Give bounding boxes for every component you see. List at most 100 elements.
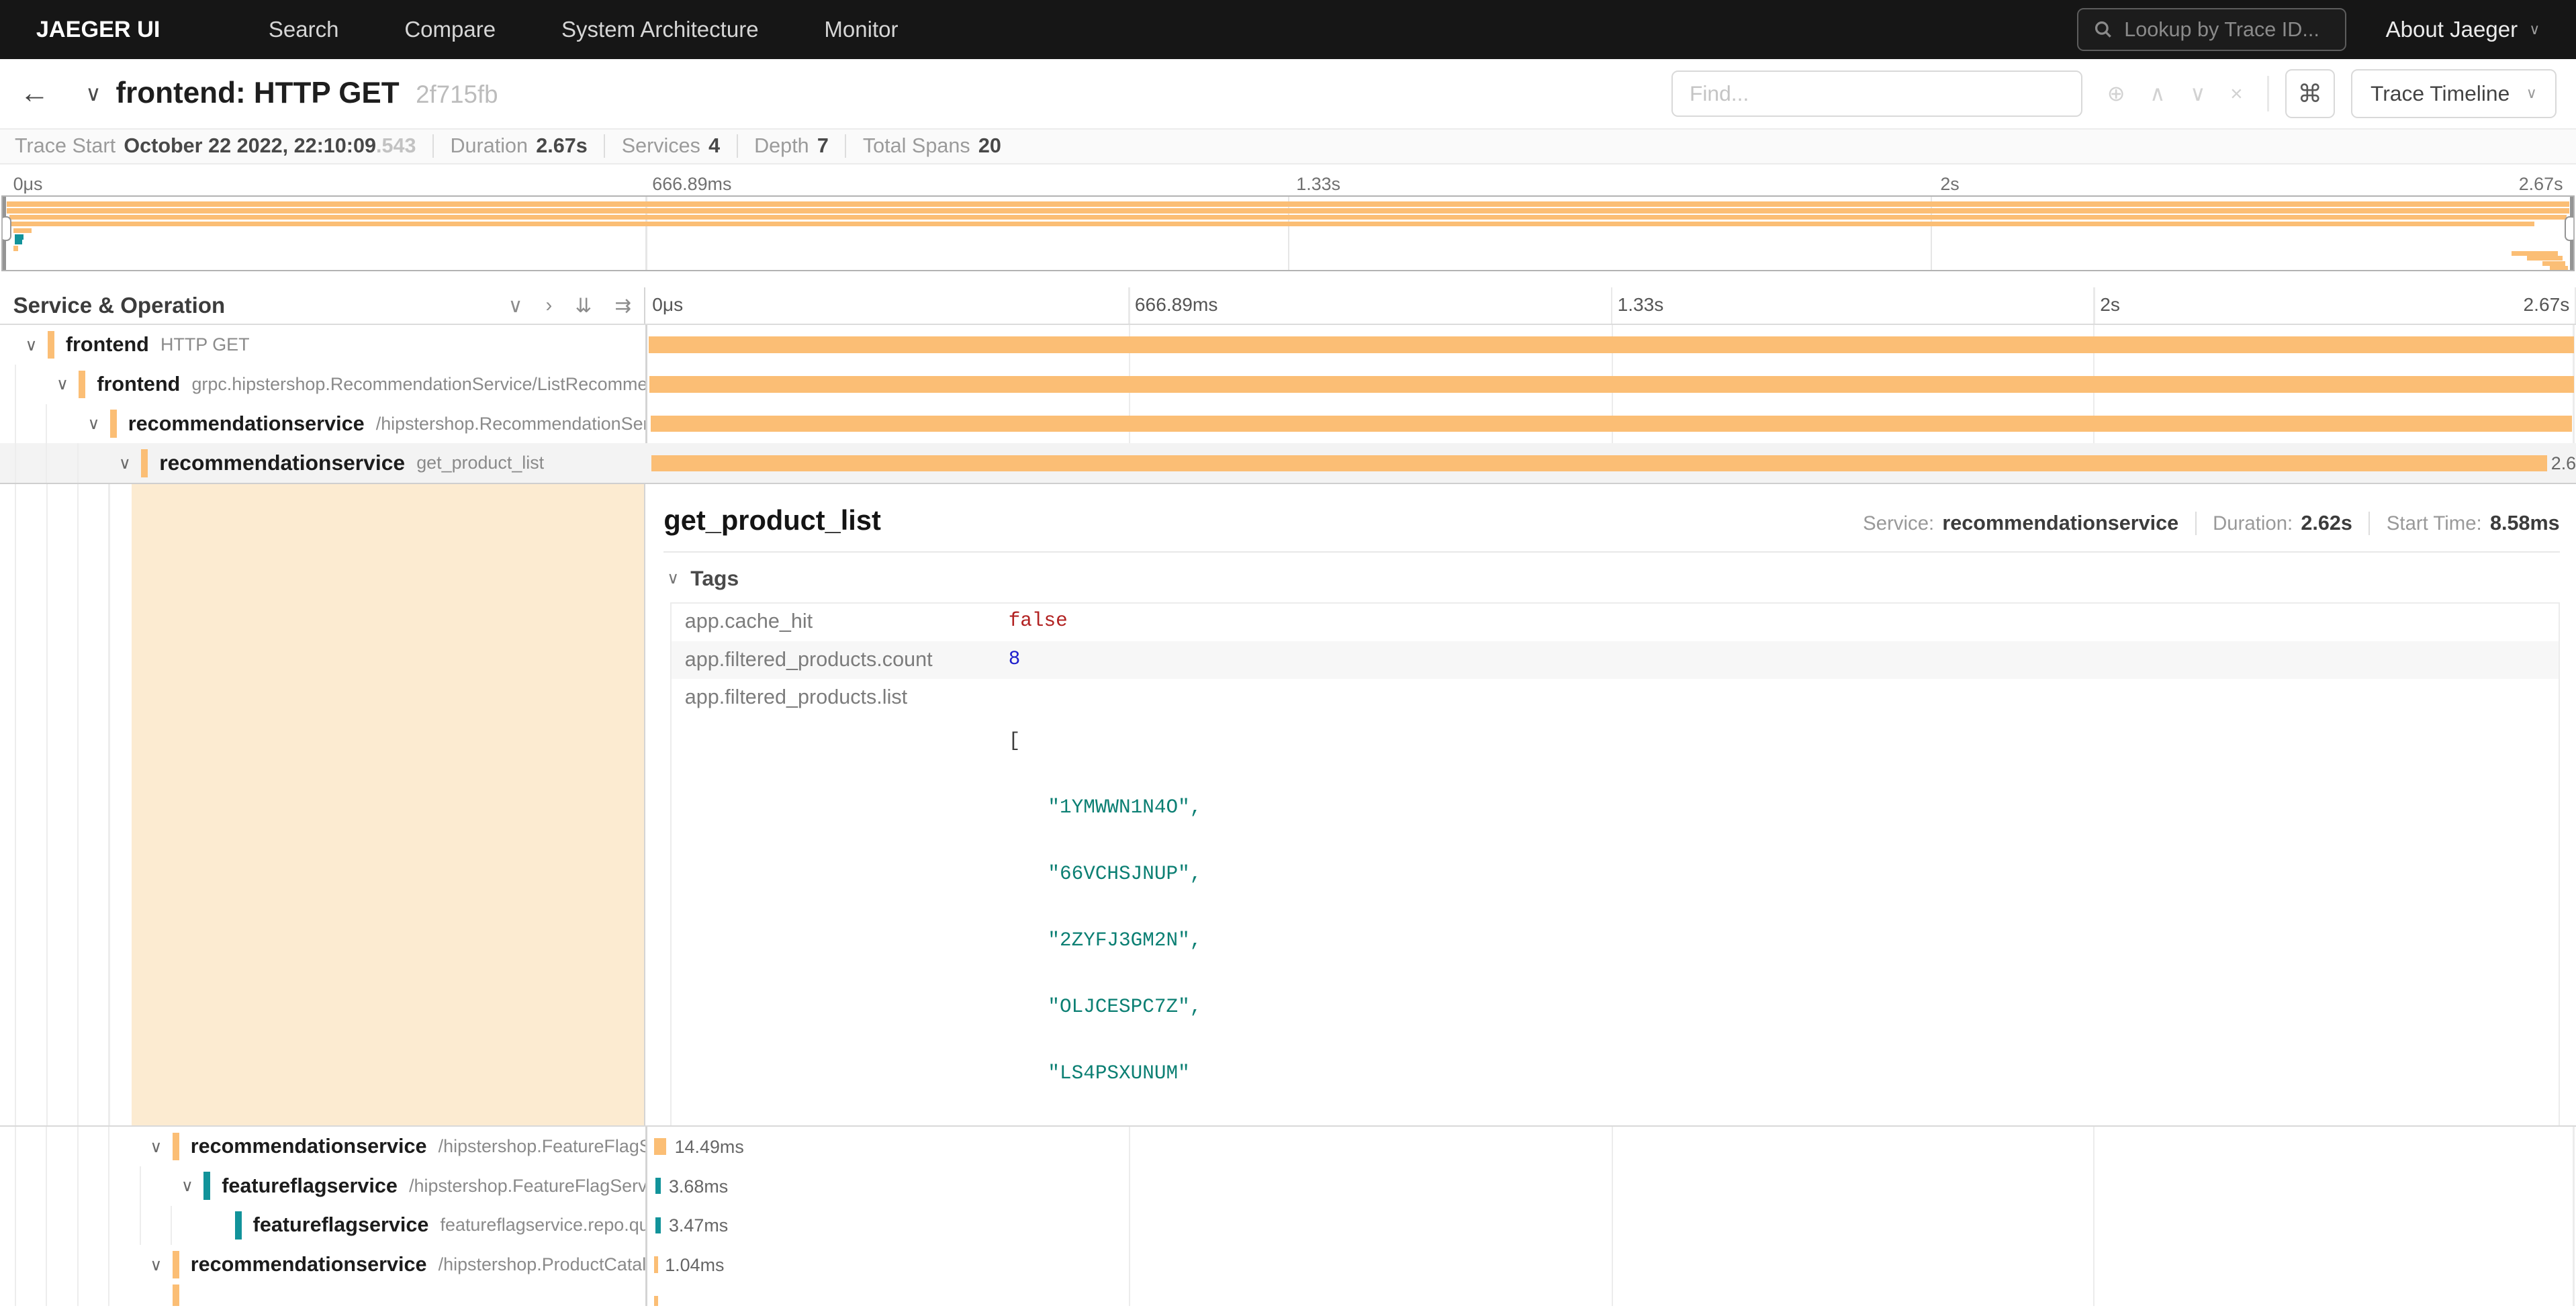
chevron-down-icon[interactable]: ∨: [15, 335, 48, 355]
nav-item-compare[interactable]: Compare: [371, 0, 528, 59]
minimap-span-bar: [7, 201, 2569, 206]
span-bar[interactable]: [655, 1217, 661, 1233]
tags-accordion-toggle[interactable]: ∨ Tags: [667, 566, 2559, 591]
span-bar-track[interactable]: [645, 404, 2576, 444]
chevron-down-icon[interactable]: ∨: [46, 374, 79, 394]
minimap-right-handle[interactable]: [2565, 216, 2574, 241]
minimap-canvas[interactable]: [1, 195, 2574, 271]
span-bar-track[interactable]: 3.68ms: [645, 1166, 2576, 1206]
minimap-tick: 1.33s: [1296, 174, 1340, 195]
tag-key: app.filtered_products.count: [672, 641, 1009, 678]
collapse-all-icon[interactable]: ⇊: [575, 294, 592, 318]
trace-header: ← ∨ frontend: HTTP GET2f715fb ⊕ ∧ ∨ × ⌘ …: [0, 59, 2576, 128]
timeline-header-left: Service & Operation ∨ › ⇊ ⇉: [0, 287, 645, 324]
span-row-featureflagservice-repo-query[interactable]: featureflagservice featureflagservice.re…: [0, 1206, 2576, 1246]
span-label[interactable]: ∨ frontend HTTP GET: [0, 325, 645, 365]
span-duration-label: 1.04ms: [665, 1255, 724, 1276]
span-bar-track[interactable]: 1.04ms: [645, 1245, 2576, 1284]
minimap-span-bar: [15, 234, 24, 239]
trace-minimap: 0μs 666.89ms 1.33s 2s 2.67s: [0, 165, 2576, 287]
indent-guide: [15, 484, 16, 1125]
span-bar-track[interactable]: [645, 365, 2576, 404]
tags-title: Tags: [690, 566, 739, 591]
minimap-span-bar: [13, 228, 32, 233]
span-label[interactable]: ∨ recommendationservice /hipstershop.Pro…: [0, 1245, 645, 1284]
span-label[interactable]: featureflagservice featureflagservice.re…: [0, 1206, 645, 1246]
span-bar[interactable]: [649, 376, 2574, 392]
expand-all-icon[interactable]: ⇉: [614, 294, 631, 318]
zoom-in-icon[interactable]: ⊕: [2107, 81, 2125, 106]
span-bar-track[interactable]: 3.47ms: [645, 1206, 2576, 1246]
indent-guide: [108, 1166, 139, 1206]
nav-item-monitor[interactable]: Monitor: [791, 0, 931, 59]
brand-jaeger-ui[interactable]: JAEGER UI: [36, 17, 160, 43]
chevron-down-icon[interactable]: ∨: [140, 1137, 173, 1157]
chevron-down-icon[interactable]: ∨: [140, 1255, 173, 1275]
span-row-product-catalog[interactable]: ∨ recommendationservice /hipstershop.Pro…: [0, 1245, 2576, 1284]
span-row-get-product-list[interactable]: ∨ recommendationservice get_product_list…: [0, 443, 2576, 483]
trace-view-select[interactable]: Trace Timeline ∨: [2351, 69, 2557, 118]
minimap-left-handle[interactable]: [1, 216, 11, 241]
about-jaeger-menu[interactable]: About Jaeger ∨: [2386, 17, 2540, 42]
indent-guide: [15, 1166, 46, 1206]
trace-view-label: Trace Timeline: [2371, 81, 2510, 106]
back-button[interactable]: ←: [19, 77, 68, 110]
summary-depth: Depth 7: [737, 134, 829, 158]
operation-name: grpc.hipstershop.RecommendationService/L…: [191, 374, 645, 395]
span-row-recommendation-list[interactable]: ∨ recommendationservice /hipstershop.Rec…: [0, 404, 2576, 444]
span-bar-track[interactable]: [645, 1284, 2576, 1306]
span-bar[interactable]: [651, 455, 2547, 471]
span-row-featureflagservice-get[interactable]: ∨ featureflagservice /hipstershop.Featur…: [0, 1166, 2576, 1206]
span-bar-track[interactable]: 2.62s: [645, 443, 2576, 483]
span-bar[interactable]: [651, 416, 2573, 432]
span-label[interactable]: ∨ recommendationservice /hipstershop.Fea…: [0, 1127, 645, 1166]
trace-id-search-input[interactable]: [2124, 18, 2330, 42]
chevron-down-icon[interactable]: ∨: [108, 453, 141, 473]
span-bar[interactable]: [654, 1138, 665, 1154]
span-label[interactable]: ∨ frontend grpc.hipstershop.Recommendati…: [0, 365, 645, 404]
minimap-span-bar: [13, 246, 19, 250]
prev-result-icon[interactable]: ∧: [2150, 81, 2165, 106]
span-bar-track[interactable]: [645, 325, 2576, 365]
indent-guide: [46, 1245, 77, 1284]
span-row-frontend-http-get[interactable]: ∨ frontend HTTP GET: [0, 325, 2576, 365]
chevron-down-icon: ∨: [2526, 85, 2537, 102]
chevron-down-icon[interactable]: ∨: [171, 1176, 203, 1196]
trace-id-search[interactable]: [2077, 8, 2346, 51]
clear-search-icon[interactable]: ×: [2230, 81, 2243, 106]
ruler-tick-label: 1.33s: [1618, 294, 1664, 316]
span-row-partial[interactable]: [0, 1284, 2576, 1306]
trace-summary-bar: Trace Start October 22 2022, 22:10:09.54…: [0, 128, 2576, 165]
span-bar[interactable]: [654, 1296, 658, 1306]
span-bar[interactable]: [655, 1178, 661, 1194]
span-label[interactable]: [0, 1284, 645, 1306]
minimap-tick: 0μs: [13, 174, 43, 195]
expand-one-icon[interactable]: ›: [545, 294, 552, 318]
divider: [2267, 76, 2268, 112]
span-row-featureflag-parent[interactable]: ∨ recommendationservice /hipstershop.Fea…: [0, 1127, 2576, 1166]
trace-collapse-chevron-icon[interactable]: ∨: [85, 81, 101, 106]
span-operation-title: get_product_list: [663, 504, 880, 536]
divider: [663, 551, 2559, 553]
operation-name: get_product_list: [416, 453, 544, 473]
span-label[interactable]: ∨ featureflagservice /hipstershop.Featur…: [0, 1166, 645, 1206]
span-detail-row: get_product_list Service: recommendation…: [0, 483, 2576, 1127]
span-accent-block[interactable]: [132, 484, 645, 1125]
span-bar[interactable]: [654, 1256, 657, 1272]
indent-guide: [140, 1206, 171, 1246]
chevron-down-icon[interactable]: ∨: [77, 414, 110, 434]
nav-item-search[interactable]: Search: [236, 0, 371, 59]
nav-item-system-architecture[interactable]: System Architecture: [528, 0, 791, 59]
span-label[interactable]: ∨ recommendationservice get_product_list: [0, 443, 645, 483]
keyboard-shortcuts-button[interactable]: ⌘: [2285, 69, 2334, 118]
next-result-icon[interactable]: ∨: [2190, 81, 2205, 106]
find-input[interactable]: [1671, 71, 2082, 117]
span-label[interactable]: ∨ recommendationservice /hipstershop.Rec…: [0, 404, 645, 444]
span-bar-track[interactable]: 14.49ms: [645, 1127, 2576, 1166]
summary-label: Trace Start: [15, 134, 116, 158]
span-bar[interactable]: [649, 336, 2574, 353]
ruler-tick-label: 2.67s: [2524, 294, 2570, 316]
service-name: featureflagservice: [253, 1213, 429, 1237]
collapse-one-icon[interactable]: ∨: [508, 294, 522, 318]
span-row-frontend-grpc[interactable]: ∨ frontend grpc.hipstershop.Recommendati…: [0, 365, 2576, 404]
